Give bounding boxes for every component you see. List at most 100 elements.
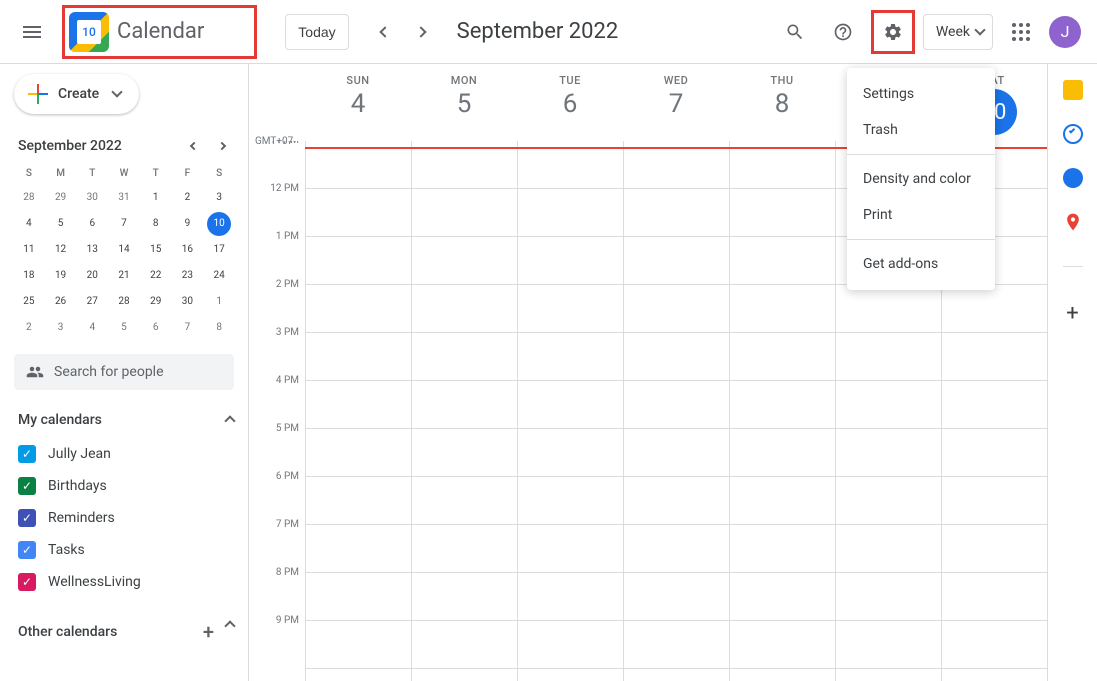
tasks-icon[interactable] (1063, 124, 1083, 144)
mini-day[interactable]: 15 (141, 238, 171, 262)
my-calendars-header[interactable]: My calendars (14, 412, 234, 428)
mini-day[interactable]: 7 (109, 212, 139, 236)
mini-day[interactable]: 5 (46, 212, 76, 236)
mini-day[interactable]: 2 (173, 186, 203, 210)
today-button[interactable]: Today (285, 14, 348, 50)
menu-item-trash[interactable]: Trash (847, 112, 995, 148)
mini-day[interactable]: 11 (14, 238, 44, 262)
day-header[interactable]: THU8 (729, 64, 835, 141)
mini-day[interactable]: 19 (46, 264, 76, 288)
mini-day[interactable]: 10 (207, 212, 231, 236)
google-apps-button[interactable] (1001, 12, 1041, 52)
add-addon-button[interactable]: + (1066, 301, 1078, 326)
day-header[interactable]: TUE6 (517, 64, 623, 141)
date-number: 5 (411, 89, 517, 119)
hour-label: 9 PM (276, 615, 299, 626)
add-calendar-button[interactable]: + (203, 620, 214, 644)
mini-day[interactable]: 1 (141, 186, 171, 210)
hour-label: 3 PM (276, 327, 299, 338)
mini-day[interactable]: 5 (109, 316, 139, 340)
mini-day[interactable]: 4 (77, 316, 107, 340)
prev-week-button[interactable] (369, 16, 401, 48)
day-column[interactable] (305, 141, 411, 681)
mini-day[interactable]: 9 (173, 212, 203, 236)
contacts-icon[interactable] (1063, 168, 1083, 188)
calendar-logo-icon (69, 12, 109, 52)
checkbox-icon[interactable]: ✓ (18, 573, 36, 591)
mini-day[interactable]: 3 (204, 186, 234, 210)
mini-day[interactable]: 31 (109, 186, 139, 210)
mini-day[interactable]: 8 (204, 316, 234, 340)
mini-next-button[interactable] (210, 134, 234, 158)
calendar-item[interactable]: ✓Reminders (14, 502, 234, 534)
dropdown-icon (974, 24, 985, 35)
mini-day[interactable]: 16 (173, 238, 203, 262)
mini-day[interactable]: 2 (14, 316, 44, 340)
menu-item-get-add-ons[interactable]: Get add-ons (847, 246, 995, 282)
other-calendars-header[interactable]: Other calendars + (14, 620, 234, 644)
main-menu-button[interactable] (8, 8, 56, 56)
mini-day[interactable]: 30 (173, 290, 203, 314)
mini-day[interactable]: 21 (109, 264, 139, 288)
day-column[interactable] (623, 141, 729, 681)
mini-day[interactable]: 26 (46, 290, 76, 314)
mini-day[interactable]: 14 (109, 238, 139, 262)
mini-day[interactable]: 22 (141, 264, 171, 288)
mini-calendar[interactable]: SMTWTFS282930311234567891011121314151617… (14, 164, 234, 340)
mini-day[interactable]: 23 (173, 264, 203, 288)
checkbox-icon[interactable]: ✓ (18, 477, 36, 495)
keep-icon[interactable] (1063, 80, 1083, 100)
people-search[interactable]: Search for people (14, 354, 234, 390)
day-header[interactable]: WED7 (623, 64, 729, 141)
support-button[interactable] (823, 12, 863, 52)
mini-day[interactable]: 6 (77, 212, 107, 236)
calendar-label: Tasks (48, 542, 85, 558)
day-column[interactable] (517, 141, 623, 681)
mini-day[interactable]: 29 (46, 186, 76, 210)
mini-day[interactable]: 30 (77, 186, 107, 210)
mini-day[interactable]: 24 (204, 264, 234, 288)
checkbox-icon[interactable]: ✓ (18, 541, 36, 559)
menu-item-print[interactable]: Print (847, 197, 995, 233)
menu-item-settings[interactable]: Settings (847, 76, 995, 112)
checkbox-icon[interactable]: ✓ (18, 445, 36, 463)
mini-day[interactable]: 28 (14, 186, 44, 210)
calendar-item[interactable]: ✓Jully Jean (14, 438, 234, 470)
calendar-item[interactable]: ✓ Tasks (14, 534, 234, 566)
mini-prev-button[interactable] (182, 134, 206, 158)
mini-day[interactable]: 3 (46, 316, 76, 340)
collapse-icon[interactable] (224, 620, 235, 631)
calendar-item[interactable]: ✓Birthdays (14, 470, 234, 502)
collapse-icon (224, 415, 235, 426)
next-week-button[interactable] (405, 16, 437, 48)
mini-day[interactable]: 8 (141, 212, 171, 236)
checkbox-icon[interactable]: ✓ (18, 509, 36, 527)
mini-day[interactable]: 12 (46, 238, 76, 262)
search-button[interactable] (775, 12, 815, 52)
view-selector[interactable]: Week (923, 14, 993, 50)
mini-day[interactable]: 27 (77, 290, 107, 314)
day-header[interactable]: MON5 (411, 64, 517, 141)
mini-day[interactable]: 18 (14, 264, 44, 288)
mini-day[interactable]: 6 (141, 316, 171, 340)
account-avatar[interactable]: J (1049, 16, 1081, 48)
mini-day[interactable]: 20 (77, 264, 107, 288)
create-button[interactable]: Create (14, 74, 139, 114)
menu-item-density-and-color[interactable]: Density and color (847, 161, 995, 197)
calendar-item[interactable]: ✓ WellnessLiving (14, 566, 234, 598)
settings-button[interactable] (876, 15, 910, 49)
mini-day[interactable]: 13 (77, 238, 107, 262)
day-column[interactable] (411, 141, 517, 681)
mini-day[interactable]: 28 (109, 290, 139, 314)
mini-day[interactable]: 25 (14, 290, 44, 314)
mini-day[interactable]: 29 (141, 290, 171, 314)
maps-icon[interactable] (1063, 212, 1083, 232)
day-column[interactable] (729, 141, 835, 681)
calendar-label: WellnessLiving (48, 574, 141, 590)
mini-dow: F (173, 164, 203, 184)
mini-day[interactable]: 7 (173, 316, 203, 340)
mini-day[interactable]: 1 (204, 290, 234, 314)
day-header[interactable]: SUN4 (305, 64, 411, 141)
mini-day[interactable]: 4 (14, 212, 44, 236)
mini-day[interactable]: 17 (204, 238, 234, 262)
